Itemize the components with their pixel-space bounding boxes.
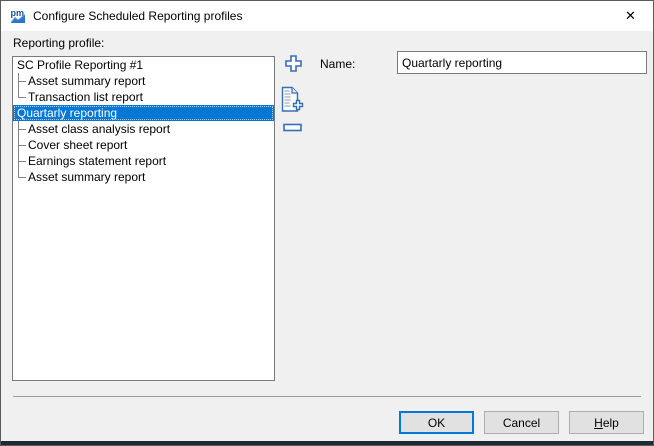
profile-tree-item[interactable]: Asset summary report — [13, 73, 274, 89]
minus-icon — [283, 119, 302, 136]
name-label: Name: — [320, 57, 355, 71]
profile-tree-item[interactable]: Quartarly reporting — [13, 105, 274, 121]
reporting-profile-label: Reporting profile: — [13, 36, 104, 50]
profile-tree-item-label: Quartarly reporting — [17, 106, 117, 120]
tree-connector — [15, 169, 25, 185]
duplicate-profile-button[interactable] — [281, 86, 305, 113]
profile-tree-item[interactable]: Cover sheet report — [13, 137, 274, 153]
profile-tree-item-label: Transaction list report — [28, 90, 143, 104]
profile-tree-item-label: SC Profile Reporting #1 — [17, 58, 143, 72]
add-profile-button[interactable] — [284, 54, 303, 73]
profile-tree-item-label: Asset class analysis report — [28, 122, 170, 136]
cancel-button-label: Cancel — [503, 416, 540, 430]
footer-separator — [13, 396, 641, 397]
tree-connector — [15, 137, 25, 153]
ok-button-label: OK — [428, 416, 445, 430]
name-input[interactable] — [397, 51, 647, 74]
profile-tree-item[interactable]: Asset summary report — [13, 169, 274, 185]
reporting-profile-listbox[interactable]: SC Profile Reporting #1 Asset summary rep… — [12, 56, 275, 381]
help-button-label: Help — [594, 416, 619, 430]
close-icon: ✕ — [625, 8, 636, 24]
help-button[interactable]: Help — [569, 411, 644, 434]
profile-tree-item[interactable]: Earnings statement report — [13, 153, 274, 169]
profile-tree-item-label: Cover sheet report — [28, 138, 127, 152]
profile-tree-item-label: Earnings statement report — [28, 154, 166, 168]
profile-tree-item-label: Asset summary report — [28, 170, 145, 184]
profile-tree-item[interactable]: SC Profile Reporting #1 — [13, 57, 274, 73]
configure-scheduled-reporting-dialog: pm Configure Scheduled Reporting profile… — [0, 0, 654, 446]
profile-tree-item-label: Asset summary report — [28, 74, 145, 88]
tree-connector — [15, 73, 25, 89]
cancel-button[interactable]: Cancel — [484, 411, 559, 434]
profile-tree-item[interactable]: Asset class analysis report — [13, 121, 274, 137]
tree-connector — [15, 121, 25, 137]
pm-app-icon: pm — [10, 8, 26, 24]
close-button[interactable]: ✕ — [608, 1, 653, 31]
profile-tree-item[interactable]: Transaction list report — [13, 89, 274, 105]
copy-plus-icon — [281, 100, 305, 117]
plus-icon — [284, 60, 303, 77]
tree-connector — [15, 153, 25, 169]
ok-button[interactable]: OK — [399, 411, 474, 434]
tree-connector — [15, 89, 25, 105]
titlebar: pm Configure Scheduled Reporting profile… — [1, 1, 653, 31]
window-title: Configure Scheduled Reporting profiles — [33, 9, 242, 23]
remove-profile-button[interactable] — [283, 123, 302, 132]
background-window-strip — [1, 441, 653, 445]
